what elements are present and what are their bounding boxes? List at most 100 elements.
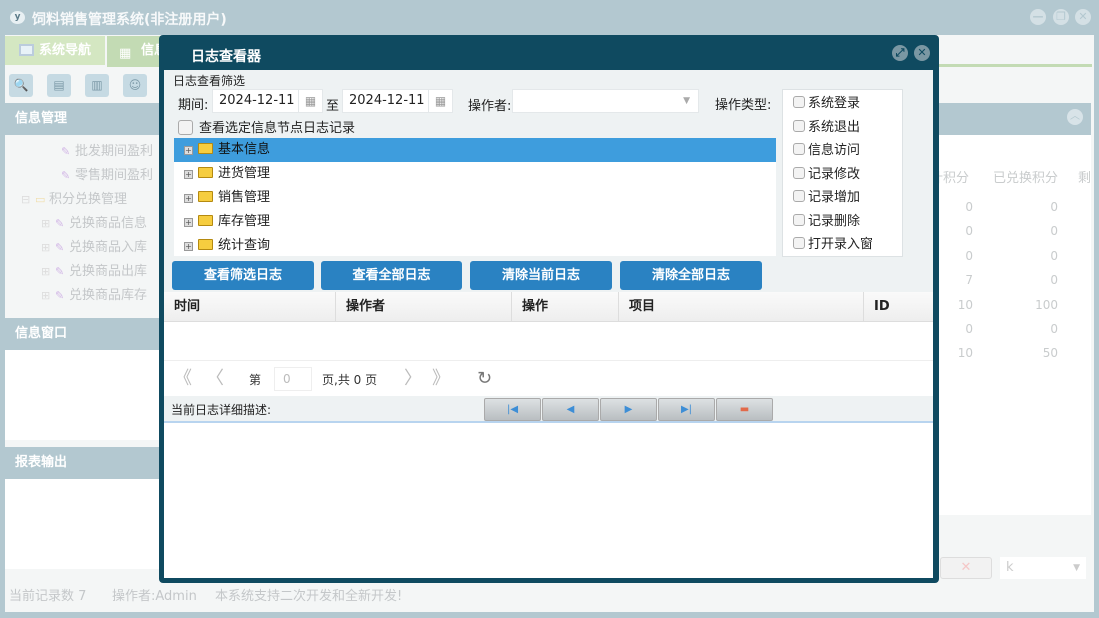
expand-icon[interactable]: + bbox=[184, 146, 193, 155]
clear-current-log-button[interactable]: 清除当前日志 bbox=[470, 261, 612, 290]
checkbox[interactable] bbox=[793, 213, 805, 226]
tree-node[interactable]: + 进货管理 bbox=[174, 162, 776, 186]
optype-label: 系统退出 bbox=[808, 119, 861, 135]
dialog-close-icon[interactable]: ✕ bbox=[914, 45, 930, 61]
refresh-icon[interactable]: ↻ bbox=[477, 369, 492, 389]
date-from-field[interactable]: 2024-12-11 ▦ bbox=[212, 89, 323, 113]
user-icon[interactable]: ☺ bbox=[123, 74, 147, 97]
panel-info-window[interactable]: 信息窗口 bbox=[5, 318, 160, 350]
clear-all-log-button[interactable]: 清除全部日志 bbox=[620, 261, 762, 290]
prev-page-icon[interactable]: 〈 bbox=[206, 369, 224, 389]
optype-checkbox[interactable]: 信息访问 bbox=[793, 139, 902, 163]
panel-report-output[interactable]: 报表输出 bbox=[5, 447, 160, 479]
expand-icon[interactable]: ⊞ bbox=[41, 212, 55, 236]
optype-list: 系统登录 系统退出 信息访问 记录修改 记录增加 记录删除 打开录入窗 bbox=[782, 89, 903, 257]
checkbox[interactable] bbox=[793, 237, 805, 249]
optype-checkbox[interactable]: 系统登录 bbox=[793, 92, 902, 116]
checkbox[interactable] bbox=[793, 143, 805, 155]
tool-icon: ✎ bbox=[55, 241, 65, 254]
checkbox[interactable] bbox=[793, 96, 805, 108]
expand-icon[interactable]: + bbox=[184, 194, 193, 203]
prev-record-button[interactable]: ◀ bbox=[542, 398, 599, 421]
tree-node[interactable]: + 销售管理 bbox=[174, 186, 776, 210]
filter-title: 日志查看筛选 bbox=[173, 74, 246, 88]
expand-icon[interactable]: ⊞ bbox=[41, 260, 55, 284]
optype-checkbox[interactable]: 打开录入窗 bbox=[793, 233, 902, 257]
calendar-icon[interactable]: ▦ bbox=[428, 90, 452, 112]
column-item[interactable]: 项目 bbox=[619, 292, 864, 322]
tree-item[interactable]: ⊟ ▭ 积分兑换管理 bbox=[5, 188, 160, 212]
tree-item[interactable]: ⊞ ✎ 兑换商品库存 bbox=[5, 284, 160, 308]
operator-label: 操作者: bbox=[468, 99, 512, 114]
column-operator[interactable]: 操作者 bbox=[336, 292, 512, 322]
document-icon[interactable]: ▥ bbox=[85, 74, 109, 97]
view-filtered-log-button[interactable]: 查看筛选日志 bbox=[172, 261, 314, 290]
calendar-icon[interactable]: ▦ bbox=[298, 90, 322, 112]
tree-node-label: 进货管理 bbox=[218, 166, 271, 181]
checkbox[interactable] bbox=[793, 190, 805, 202]
last-record-button[interactable]: ▶| bbox=[658, 398, 715, 421]
first-page-icon[interactable]: 《 bbox=[174, 369, 192, 389]
tree-item[interactable]: ✎ 批发期间盈利 bbox=[5, 140, 160, 164]
view-all-log-button[interactable]: 查看全部日志 bbox=[321, 261, 462, 290]
folder-icon bbox=[198, 239, 213, 250]
expand-icon[interactable]: + bbox=[184, 170, 193, 179]
column-action[interactable]: 操作 bbox=[512, 292, 619, 322]
checkbox[interactable] bbox=[178, 120, 193, 135]
checkbox[interactable] bbox=[793, 166, 805, 179]
next-record-button[interactable]: ▶ bbox=[600, 398, 657, 421]
checkbox[interactable] bbox=[793, 119, 805, 132]
tree-node[interactable]: + 基本信息 bbox=[174, 138, 776, 162]
expand-icon[interactable]: ⊞ bbox=[41, 236, 55, 260]
tree-item-label: 积分兑换管理 bbox=[49, 192, 128, 207]
minimize-icon[interactable]: — bbox=[1030, 9, 1046, 25]
dialog-title: 日志查看器 bbox=[191, 49, 261, 65]
operator-select[interactable]: ▼ bbox=[512, 89, 699, 113]
log-grid-header: 时间 操作者 操作 项目 ID bbox=[164, 292, 933, 322]
panel-info-management[interactable]: 信息管理 bbox=[5, 103, 160, 135]
tab-info[interactable]: ▦ 信息 bbox=[107, 36, 167, 65]
search-icon[interactable]: 🔍 bbox=[9, 74, 33, 97]
column-time[interactable]: 时间 bbox=[164, 292, 336, 322]
tool-icon: ✎ bbox=[55, 217, 65, 230]
optype-checkbox[interactable]: 记录增加 bbox=[793, 186, 902, 210]
close-icon[interactable]: ✕ bbox=[1075, 9, 1091, 25]
folder-icon bbox=[198, 167, 213, 178]
node-log-checkbox[interactable]: 查看选定信息节点日志记录 bbox=[178, 117, 355, 136]
tab-system-nav[interactable]: 系统导航 bbox=[5, 36, 105, 65]
tree-item-label: 批发期间盈利 bbox=[75, 144, 154, 159]
date-from-value: 2024-12-11 bbox=[219, 93, 295, 108]
tree-item[interactable]: ✎ 零售期间盈利 bbox=[5, 164, 160, 188]
last-page-icon[interactable]: 》 bbox=[432, 369, 450, 389]
bg-combo[interactable]: k ▼ bbox=[1000, 557, 1086, 579]
list-icon[interactable]: ▤ bbox=[47, 74, 71, 97]
tree-item-label: 兑换商品出库 bbox=[69, 264, 148, 279]
collapse-up-icon[interactable]: ︿ bbox=[1067, 109, 1083, 125]
optype-checkbox[interactable]: 系统退出 bbox=[793, 116, 902, 140]
optype-checkbox[interactable]: 记录删除 bbox=[793, 210, 902, 234]
column-id[interactable]: ID bbox=[864, 292, 933, 322]
first-record-button[interactable]: |◀ bbox=[484, 398, 541, 421]
tree-node[interactable]: + 库存管理 bbox=[174, 210, 776, 234]
filter-section: 日志查看筛选 期间: 2024-12-11 ▦ 至 2024-12-11 ▦ 操作者… bbox=[164, 70, 933, 293]
next-page-icon[interactable]: 〉 bbox=[404, 369, 422, 389]
page-input[interactable]: 0 bbox=[274, 367, 312, 391]
date-to-field[interactable]: 2024-12-11 ▦ bbox=[342, 89, 453, 113]
minus-record-button[interactable]: ▬ bbox=[716, 398, 773, 421]
expand-icon[interactable]: + bbox=[184, 218, 193, 227]
expand-icon[interactable]: + bbox=[184, 242, 193, 251]
restore-icon[interactable]: ❐ bbox=[1053, 9, 1069, 25]
tree-node[interactable]: + 统计查询 bbox=[174, 234, 776, 256]
collapse-icon[interactable]: ⊟ bbox=[21, 188, 35, 212]
optype-checkbox[interactable]: 记录修改 bbox=[793, 163, 902, 187]
maximize-icon[interactable]: ⤢ bbox=[892, 45, 908, 61]
optype-label: 打开录入窗 bbox=[808, 237, 874, 252]
tree-item[interactable]: ⊞ ✎ 兑换商品出库 bbox=[5, 260, 160, 284]
tree-item[interactable]: ⊞ ✎ 兑换商品入库 bbox=[5, 236, 160, 260]
log-viewer-dialog: 日志查看器 ⤢ ✕ 日志查看筛选 期间: 2024-12-11 ▦ 至 2024-… bbox=[159, 35, 939, 583]
page-suffix: 页,共 0 页 bbox=[322, 373, 378, 387]
expand-icon[interactable]: ⊞ bbox=[41, 284, 55, 308]
delete-icon[interactable]: ✕ bbox=[940, 557, 992, 579]
tree-item[interactable]: ⊞ ✎ 兑换商品信息 bbox=[5, 212, 160, 236]
folder-icon bbox=[198, 215, 213, 226]
